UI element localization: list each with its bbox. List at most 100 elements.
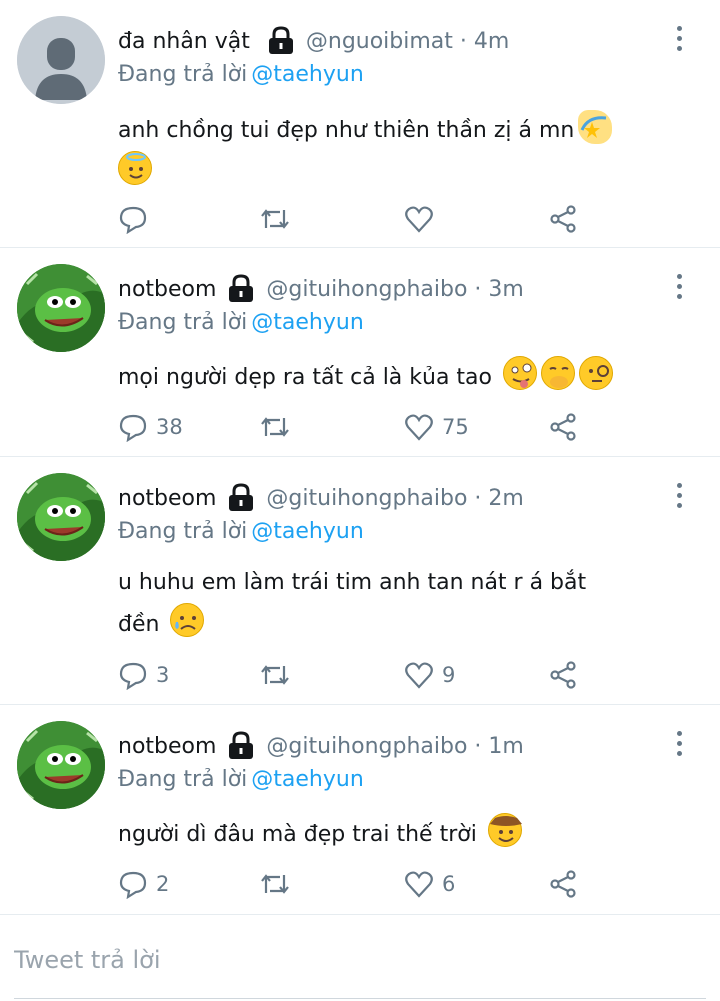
handle-and-time[interactable]: @gituihongphaibo · 3m (266, 277, 523, 302)
retweet-icon (261, 209, 289, 229)
more-icon[interactable] (674, 481, 684, 511)
tweet-text-content: anh chồng tui đẹp như thiên thần zị á mn (118, 118, 575, 143)
reply-icon (119, 662, 147, 690)
replying-to: Đang trả lời @taehyun (118, 519, 364, 544)
reply-prefix: Đang trả lời (118, 519, 248, 544)
monocle-face-emoji (579, 356, 613, 390)
sad-sweat-face-emoji (170, 603, 205, 637)
tweet-text-line-1: u huhu em làm trái tim anh tan nát r á b… (118, 570, 587, 595)
tweet-3[interactable]: notbeom @gituihongphaibo · 2m Đang trả l… (0, 457, 720, 705)
avatar[interactable] (17, 264, 105, 352)
dizzy-star-emoji (578, 110, 613, 144)
replying-to: Đang trả lời @taehyun (118, 767, 364, 792)
reply-count: 2 (156, 872, 170, 896)
reply-prefix: Đang trả lời (118, 310, 248, 335)
handle-and-time[interactable]: @gituihongphaibo · 2m (266, 486, 523, 511)
handle-and-time[interactable]: @gituihongphaibo · 1m (266, 734, 523, 759)
like-button[interactable]: 75 (404, 411, 469, 443)
tweet-4[interactable]: notbeom @gituihongphaibo · 1m Đang trả l… (0, 705, 720, 914)
tweet-text: u huhu em làm trái tim anh tan nát r á b… (118, 563, 678, 645)
reply-count: 38 (156, 415, 183, 439)
pepe-avatar-icon (17, 473, 105, 561)
like-icon (405, 871, 433, 898)
more-icon[interactable] (674, 272, 684, 302)
reply-handle-link[interactable]: @taehyun (251, 767, 364, 792)
more-icon[interactable] (674, 24, 684, 54)
like-icon (405, 662, 433, 689)
display-name[interactable]: đa nhân vật (118, 29, 250, 54)
like-button[interactable] (404, 203, 442, 235)
lock-icon (266, 26, 296, 56)
retweet-icon (261, 665, 289, 685)
share-icon (550, 661, 576, 689)
display-name[interactable]: notbeom (118, 486, 216, 511)
reply-prefix: Đang trả lời (118, 62, 248, 87)
like-count: 9 (442, 663, 456, 687)
tweet-text-content: mọi người dẹp ra tất cả là kủa tao (118, 365, 492, 390)
retweet-button[interactable] (258, 411, 292, 443)
share-button[interactable] (548, 203, 578, 235)
like-button[interactable]: 6 (404, 868, 455, 900)
pepe-avatar-icon (17, 264, 105, 352)
retweet-icon (261, 874, 289, 894)
avatar[interactable] (17, 721, 105, 809)
tweet-actions: 2 6 (118, 868, 598, 900)
pepe-avatar-icon (17, 721, 105, 809)
tweet-text: anh chồng tui đẹp như thiên thần zị á mn (118, 110, 678, 193)
reply-prefix: Đang trả lời (118, 767, 248, 792)
tweet-text-line-2: đền (118, 612, 160, 637)
reply-button[interactable]: 3 (118, 659, 169, 691)
share-icon (550, 205, 576, 233)
lock-icon (226, 274, 256, 304)
composer-underline (14, 998, 706, 999)
tweet-1[interactable]: đa nhân vật @nguoibimat · 4m Đang trả lờ… (0, 0, 720, 248)
reply-button[interactable]: 2 (118, 868, 169, 900)
share-button[interactable] (548, 411, 578, 443)
like-count: 75 (442, 415, 469, 439)
avatar[interactable] (17, 473, 105, 561)
tweet-actions: 38 75 (118, 411, 598, 443)
reply-icon (119, 206, 147, 234)
angel-emoji (118, 151, 152, 185)
tweet-reply-input[interactable] (14, 939, 704, 981)
reply-count: 3 (156, 663, 170, 687)
lock-icon (226, 483, 256, 513)
lock-icon (226, 731, 256, 761)
reply-handle-link[interactable]: @taehyun (251, 62, 364, 87)
like-icon (405, 206, 433, 233)
default-avatar-icon (17, 16, 105, 104)
reply-icon (119, 871, 147, 899)
like-count: 6 (442, 872, 456, 896)
share-icon (550, 870, 576, 898)
reply-composer (0, 914, 720, 1001)
retweet-button[interactable] (258, 659, 292, 691)
tweet-actions: 3 9 (118, 659, 598, 691)
zany-face-emoji (503, 356, 537, 390)
tweet-text: mọi người dẹp ra tất cả là kủa tao (118, 356, 678, 398)
share-button[interactable] (548, 868, 578, 900)
share-button[interactable] (548, 659, 578, 691)
replying-to: Đang trả lời @taehyun (118, 62, 364, 87)
more-icon[interactable] (674, 729, 684, 759)
tweet-text-content: người dì đâu mà đẹp trai thế trời (118, 822, 477, 847)
reply-handle-link[interactable]: @taehyun (251, 310, 364, 335)
like-icon (405, 414, 433, 441)
retweet-icon (261, 417, 289, 437)
share-icon (550, 413, 576, 441)
replying-to: Đang trả lời @taehyun (118, 310, 364, 335)
reply-handle-link[interactable]: @taehyun (251, 519, 364, 544)
cowboy-face-emoji (487, 813, 522, 847)
retweet-button[interactable] (258, 868, 292, 900)
reply-button[interactable] (118, 203, 156, 235)
reply-button[interactable]: 38 (118, 411, 183, 443)
handle-and-time[interactable]: @nguoibimat · 4m (306, 29, 509, 54)
retweet-button[interactable] (258, 203, 292, 235)
tweet-text: người dì đâu mà đẹp trai thế trời (118, 813, 678, 855)
tweet-2[interactable]: notbeom @gituihongphaibo · 3m Đang trả l… (0, 248, 720, 457)
avatar[interactable] (17, 16, 105, 104)
reply-icon (119, 414, 147, 442)
display-name[interactable]: notbeom (118, 277, 216, 302)
tweet-actions (118, 203, 598, 235)
like-button[interactable]: 9 (404, 659, 455, 691)
display-name[interactable]: notbeom (118, 734, 216, 759)
